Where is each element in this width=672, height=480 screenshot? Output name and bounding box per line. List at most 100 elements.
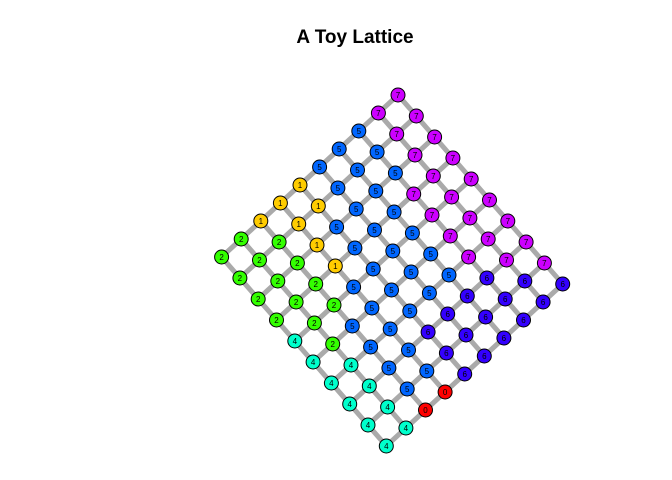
node-label: 5 [393,169,398,178]
lattice-node: 6 [555,276,571,292]
node-label: 2 [219,253,224,262]
lattice-node: 6 [438,345,454,361]
lattice-node: 7 [425,168,441,184]
lattice-node: 4 [343,357,359,373]
node-label: 6 [444,349,449,358]
lattice-node: 5 [312,159,328,175]
lattice-node: 7 [424,207,440,223]
lattice-node: 4 [361,378,377,394]
node-label: 7 [469,175,474,184]
lattice-node: 6 [497,291,513,307]
node-label: 4 [385,403,390,412]
lattice-node: 4 [398,420,414,436]
node-label: 2 [330,340,335,349]
lattice-node: 5 [368,183,384,199]
node-label: 6 [445,310,450,319]
lattice-node: 7 [482,192,497,208]
lattice-node: 5 [421,285,437,301]
node-label: 4 [404,424,409,433]
node-label: 5 [410,229,415,238]
lattice-node: 2 [308,276,324,292]
lattice-node: 1 [292,177,308,193]
lattice-node: 7 [370,105,386,121]
node-label: 7 [414,112,419,121]
node-label: 2 [274,316,279,325]
node-label: 5 [354,205,359,214]
node-label: 4 [366,421,371,430]
lattice-node: 6 [478,309,494,325]
node-label: 4 [347,400,352,409]
lattice-node: 5 [382,321,398,337]
lattice-node: 5 [399,381,415,397]
node-label: 6 [541,298,546,307]
lattice-node: 6 [476,348,492,364]
lattice-node: 6 [440,306,456,322]
node-label: 1 [298,181,303,190]
lattice-node: 7 [499,252,514,268]
node-label: 7 [486,235,491,244]
lattice-node: 2 [252,252,267,268]
node-label: 5 [355,166,360,175]
node-label: 1 [316,202,321,211]
node-label: 2 [276,277,281,286]
lattice-node: 2 [326,297,342,313]
lattice-node: 7 [500,213,516,229]
lattice-node: 5 [402,303,418,319]
lattice-node: 5 [387,165,403,181]
lattice-node: 7 [407,147,423,163]
lattice-node: 6 [517,273,533,289]
node-label: 5 [389,286,394,295]
node-label: 5 [408,307,413,316]
lattice-node: 6 [457,366,473,382]
node-label: 6 [426,328,431,337]
node-label: 0 [443,388,448,397]
lattice-node: 6 [459,288,475,304]
lattice-node: 0 [418,402,433,418]
lattice-node: 4 [287,333,303,349]
node-label: 5 [368,343,373,352]
lattice-node: 2 [250,291,266,307]
node-label: 6 [485,274,490,283]
node-label: 6 [465,292,470,301]
lattice-node: 6 [535,294,551,310]
node-label: 7 [524,238,529,247]
lattice-node: 4 [305,354,321,370]
node-label: 5 [392,208,397,217]
lattice-node: 5 [350,162,365,178]
node-label: 7 [396,91,401,100]
node-label: 7 [448,232,453,241]
lattice-node: 5 [365,261,381,277]
node-label: 5 [372,226,377,235]
lattice-node: 7 [406,186,422,202]
lattice-node: 5 [330,180,346,196]
lattice-node: 5 [369,144,385,160]
node-label: 5 [388,325,393,334]
node-label: 1 [259,217,264,226]
node-label: 6 [462,370,467,379]
node-label: 5 [336,184,341,193]
lattice-node: 6 [516,312,531,328]
lattice-node: 4 [323,375,339,391]
node-label: 7 [376,109,381,118]
lattice-node: 5 [344,318,360,334]
node-label: 7 [413,151,418,160]
lattice-node: 7 [536,255,552,271]
lattice-node: 7 [427,129,443,145]
node-label: 7 [432,133,437,142]
lattice-node: 5 [346,279,362,295]
lattice-node: 5 [419,363,435,379]
lattice-node: 1 [327,258,343,274]
node-label: 7 [431,172,436,181]
lattice-node: 6 [420,324,436,340]
lattice-node: 2 [289,255,305,271]
node-label: 7 [487,196,492,205]
lattice-node: 5 [348,201,364,217]
lattice-node: 7 [408,108,424,124]
node-label: 5 [353,244,358,253]
lattice-node: 5 [423,246,439,262]
node-label: 5 [317,163,322,172]
lattice-node: 5 [381,360,397,376]
node-label: 2 [313,280,318,289]
node-label: 5 [371,265,376,274]
node-label: 7 [430,211,435,220]
